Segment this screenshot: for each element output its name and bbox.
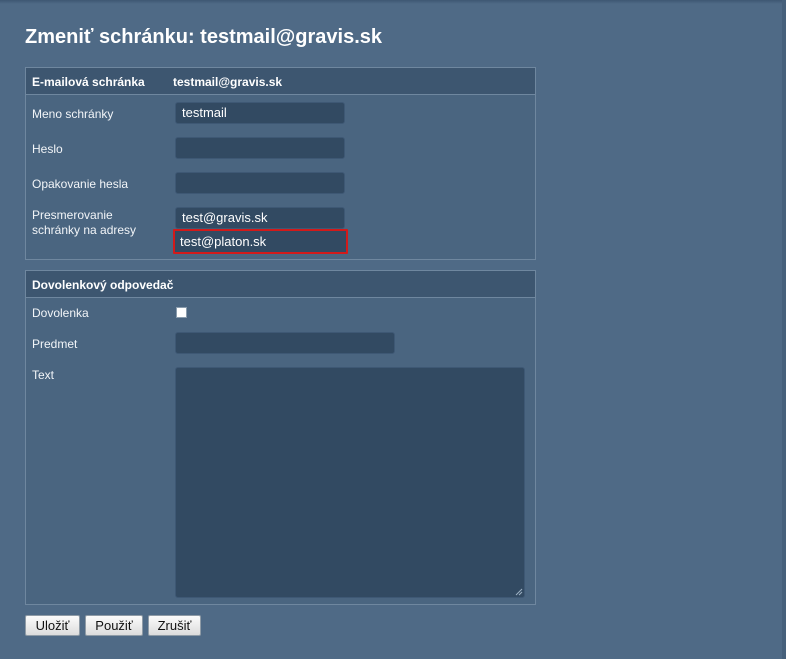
forwarding-address-input-highlighted[interactable]: test@platon.sk (173, 229, 348, 254)
autoresponder-panel-header: Dovolenkový odpovedač (26, 271, 535, 298)
mailbox-panel: E-mailová schránka testmail@gravis.sk Me… (25, 67, 536, 260)
forwarding-address-input[interactable]: test@gravis.sk (175, 207, 345, 229)
mailbox-name-label: Meno schránky (32, 107, 114, 121)
resize-grip-icon[interactable] (515, 588, 523, 596)
mailbox-header-label: E-mailová schránka (32, 75, 145, 89)
mailbox-panel-header: E-mailová schránka testmail@gravis.sk (26, 68, 535, 95)
password-repeat-label: Opakovanie hesla (32, 177, 129, 191)
cancel-button[interactable]: Zrušiť (148, 615, 201, 636)
save-button[interactable]: Uložiť (25, 615, 80, 636)
forwarding-label-line2: schránky na adresy (32, 223, 137, 237)
subject-input[interactable] (175, 332, 395, 354)
vacation-checkbox[interactable] (176, 307, 187, 318)
text-label: Text (32, 368, 55, 382)
vacation-label: Dovolenka (32, 306, 89, 320)
password-input[interactable] (175, 137, 345, 159)
password-repeat-input[interactable] (175, 172, 345, 194)
window-top-edge (0, 0, 786, 4)
mailbox-header-value: testmail@gravis.sk (173, 75, 283, 89)
apply-button[interactable]: Použiť (85, 615, 143, 636)
forwarding-label-line1: Presmerovanie (32, 208, 113, 222)
autoresponder-panel: Dovolenkový odpovedač Dovolenka Predmet … (25, 270, 536, 605)
window-right-edge (782, 0, 786, 659)
subject-label: Predmet (32, 337, 78, 351)
text-textarea[interactable] (175, 367, 525, 598)
autoresponder-header-label: Dovolenkový odpovedač (32, 278, 174, 292)
mailbox-name-input[interactable]: testmail (175, 102, 345, 124)
page-title: Zmeniť schránku: testmail@gravis.sk (25, 26, 382, 48)
password-label: Heslo (32, 142, 63, 156)
